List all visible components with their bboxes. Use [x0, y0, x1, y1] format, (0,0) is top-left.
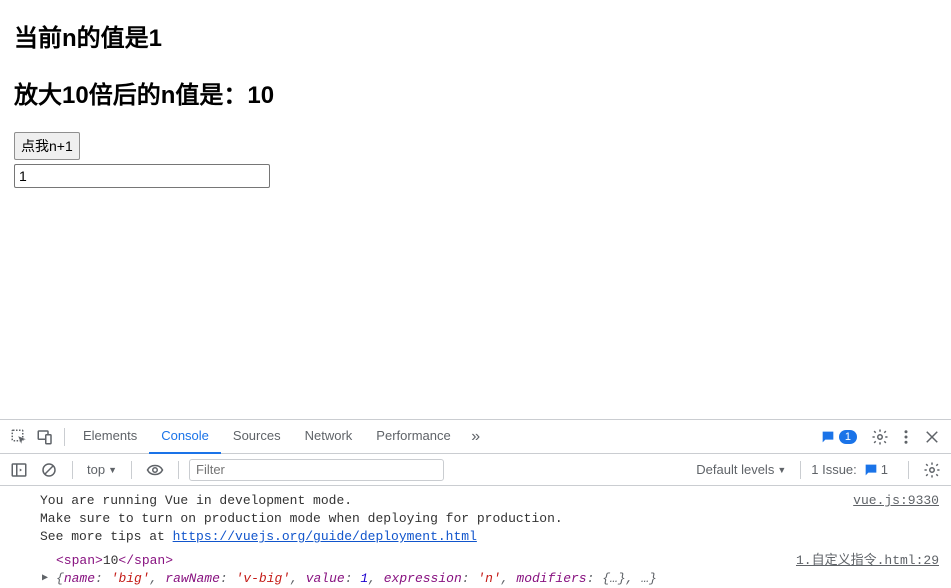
- devtools-panel: Elements Console Sources Network Perform…: [0, 419, 951, 588]
- tab-performance[interactable]: Performance: [364, 420, 462, 454]
- context-label: top: [87, 462, 105, 477]
- log-source-link[interactable]: 1.自定义指令.html:29: [796, 552, 939, 570]
- issues-label: 1 Issue:: [811, 462, 857, 477]
- separator: [131, 461, 132, 479]
- tab-elements[interactable]: Elements: [71, 420, 149, 454]
- caret-down-icon: ▼: [777, 465, 786, 475]
- log-row-span-element: <span>10</span> 1.自定义指令.html:29: [0, 552, 951, 570]
- devtools-tabbar: Elements Console Sources Network Perform…: [0, 420, 951, 454]
- log-text: See more tips at https://vuejs.org/guide…: [40, 528, 939, 546]
- tab-sources[interactable]: Sources: [221, 420, 293, 454]
- heading1-prefix: 当前n的值是: [14, 25, 149, 52]
- n-input[interactable]: [14, 164, 270, 188]
- live-expression-icon[interactable]: [142, 457, 168, 483]
- increment-button[interactable]: 点我n+1: [14, 132, 80, 160]
- more-tabs-icon[interactable]: »: [463, 424, 489, 450]
- tab-console[interactable]: Console: [149, 420, 221, 454]
- message-icon: [863, 462, 879, 478]
- issues-count: 1: [881, 462, 888, 477]
- separator: [908, 461, 909, 479]
- caret-down-icon: ▼: [108, 465, 117, 475]
- separator: [64, 428, 65, 446]
- app-page: 当前n的值是1 放大10倍后的n值是：10 点我n+1: [0, 0, 951, 419]
- errors-indicator[interactable]: 1: [820, 429, 857, 445]
- log-text: {name: 'big', rawName: 'v-big', value: 1…: [56, 570, 939, 588]
- issues-link[interactable]: 1 Issue: 1: [811, 462, 888, 478]
- separator: [178, 461, 179, 479]
- console-settings-icon[interactable]: [919, 457, 945, 483]
- log-row-object[interactable]: ▶ {name: 'big', rawName: 'v-big', value:…: [0, 570, 951, 588]
- device-toggle-icon[interactable]: [32, 424, 58, 450]
- sidebar-toggle-icon[interactable]: [6, 457, 32, 483]
- heading-current-n: 当前n的值是1: [14, 18, 937, 53]
- log-text: <span>10</span>: [56, 552, 796, 570]
- levels-selector[interactable]: Default levels ▼: [692, 462, 790, 477]
- clear-console-icon[interactable]: [36, 457, 62, 483]
- heading-n-times-10: 放大10倍后的n值是：10: [14, 75, 937, 110]
- expand-caret-icon[interactable]: ▶: [42, 570, 48, 588]
- separator: [800, 461, 801, 479]
- context-selector[interactable]: top ▼: [83, 462, 121, 477]
- log-text: Make sure to turn on production mode whe…: [40, 510, 939, 528]
- log-row-vue-warn: You are running Vue in development mode.…: [0, 492, 951, 510]
- log-row-vue-warn: Make sure to turn on production mode whe…: [0, 510, 951, 528]
- log-source-link[interactable]: vue.js:9330: [853, 492, 939, 510]
- levels-label: Default levels: [696, 462, 774, 477]
- log-row-vue-warn: See more tips at https://vuejs.org/guide…: [0, 528, 951, 546]
- heading2-value: 10: [247, 82, 274, 109]
- separator: [72, 461, 73, 479]
- message-icon: [820, 429, 836, 445]
- tab-network[interactable]: Network: [293, 420, 365, 454]
- heading2-prefix: 放大10倍后的n值是：: [14, 82, 247, 109]
- inspect-icon[interactable]: [6, 424, 32, 450]
- settings-icon[interactable]: [867, 424, 893, 450]
- filter-input[interactable]: [189, 459, 444, 481]
- console-toolbar: top ▼ Default levels ▼ 1 Issue: 1: [0, 454, 951, 486]
- deployment-link[interactable]: https://vuejs.org/guide/deployment.html: [173, 529, 477, 544]
- kebab-menu-icon[interactable]: [893, 424, 919, 450]
- errors-count: 1: [839, 430, 857, 444]
- close-devtools-icon[interactable]: [919, 424, 945, 450]
- console-log: You are running Vue in development mode.…: [0, 486, 951, 588]
- heading1-value: 1: [149, 25, 162, 52]
- log-text: You are running Vue in development mode.: [40, 492, 853, 510]
